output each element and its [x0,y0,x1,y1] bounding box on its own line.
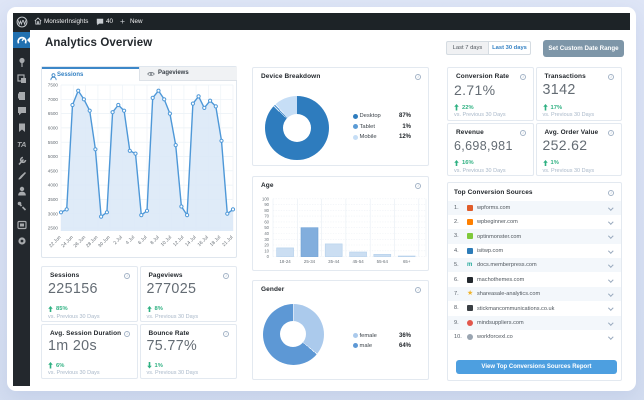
svg-text:35-44: 35-44 [328,259,340,264]
svg-text:4 Jul: 4 Jul [125,235,136,246]
svg-text:6000: 6000 [48,126,59,131]
svg-text:28 Jun: 28 Jun [85,234,100,249]
svg-text:7500: 7500 [48,83,59,88]
svg-text:10: 10 [264,248,269,253]
svg-text:2500: 2500 [48,226,59,231]
svg-text:6 Jul: 6 Jul [137,235,148,246]
svg-text:18 Jul: 18 Jul [209,235,222,248]
svg-text:40: 40 [264,231,269,236]
svg-text:90: 90 [264,202,269,207]
svg-text:21 Jul: 21 Jul [221,235,234,248]
svg-text:8 Jul: 8 Jul [149,235,160,246]
svg-text:30 Jun: 30 Jun [97,234,112,249]
svg-text:55-64: 55-64 [377,259,389,264]
svg-text:4000: 4000 [48,183,59,188]
svg-text:50: 50 [264,225,269,230]
svg-text:2 Jul: 2 Jul [112,235,123,246]
svg-text:100: 100 [262,196,270,201]
svg-text:30: 30 [264,237,269,242]
svg-text:12 Jul: 12 Jul [172,235,185,248]
svg-text:25-34: 25-34 [304,259,316,264]
svg-text:16 Jul: 16 Jul [197,235,210,248]
svg-text:3000: 3000 [48,211,59,216]
svg-text:10 Jul: 10 Jul [160,235,173,248]
svg-text:5500: 5500 [48,140,59,145]
svg-text:26 Jun: 26 Jun [73,234,88,249]
svg-text:7000: 7000 [48,97,59,102]
svg-text:6500: 6500 [48,111,59,116]
svg-text:14 Jul: 14 Jul [184,235,197,248]
svg-text:65+: 65+ [403,259,411,264]
svg-text:80: 80 [264,208,269,213]
svg-text:3500: 3500 [48,197,59,202]
svg-text:18-24: 18-24 [279,259,291,264]
svg-text:60: 60 [264,219,269,224]
svg-text:22 Jun: 22 Jun [48,234,63,249]
svg-text:5000: 5000 [48,154,59,159]
svg-text:70: 70 [264,214,269,219]
svg-text:0: 0 [267,254,270,259]
svg-text:4500: 4500 [48,168,59,173]
svg-text:20: 20 [264,243,269,248]
svg-text:24 Jun: 24 Jun [60,234,75,249]
svg-text:45-54: 45-54 [352,259,364,264]
